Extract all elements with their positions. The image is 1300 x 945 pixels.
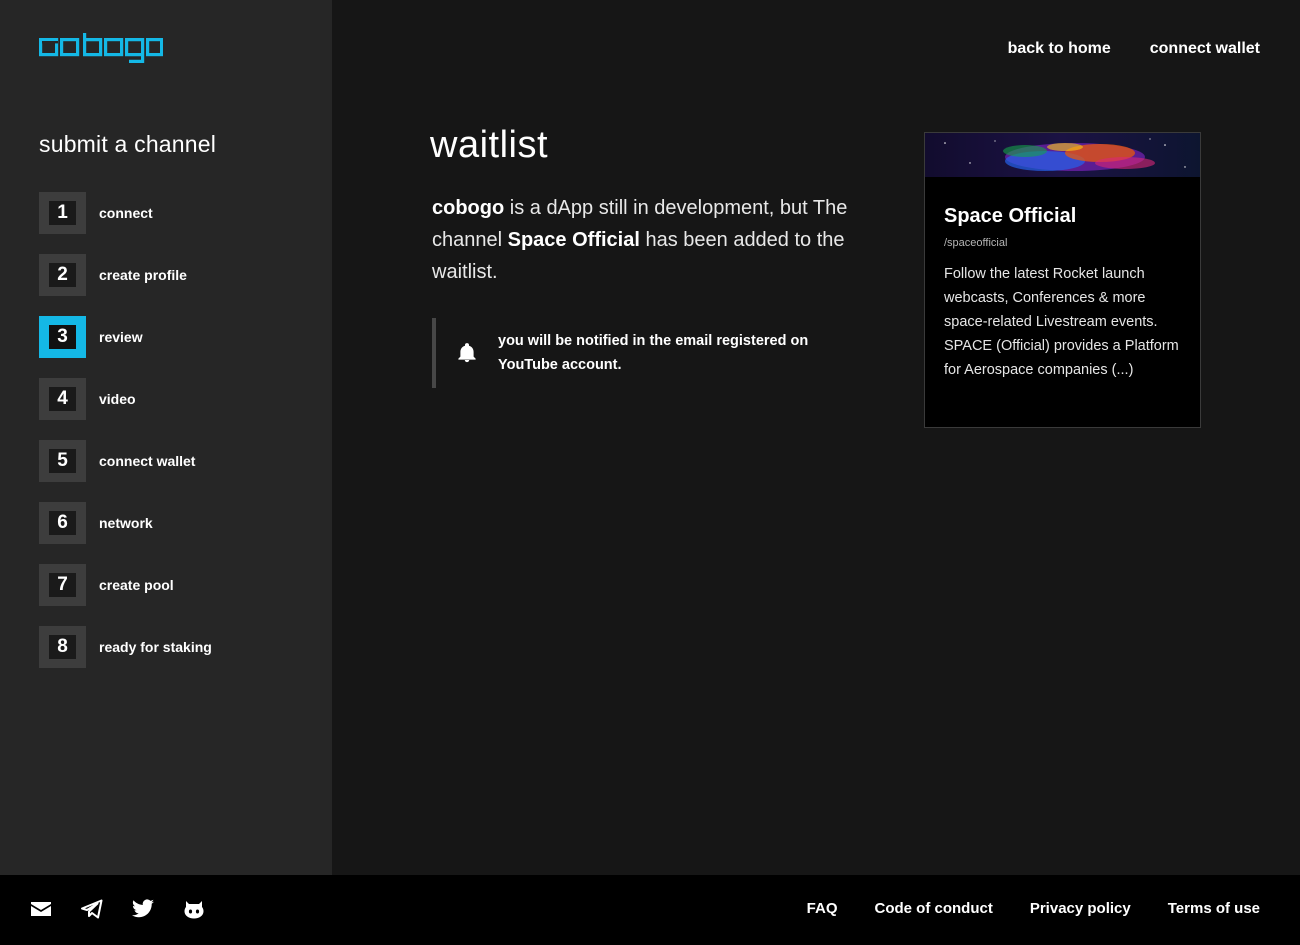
channel-handle: /spaceofficial	[944, 237, 1008, 249]
step-number: 6	[49, 511, 76, 535]
brand-name: cobogo	[432, 197, 505, 219]
step-number-box: 7	[39, 564, 86, 606]
step-label: connect wallet	[99, 453, 196, 469]
code-of-conduct-link[interactable]: Code of conduct	[875, 900, 993, 917]
step-number-box: 6	[39, 502, 86, 544]
waitlist-message: cobogo is a dApp still in development, b…	[432, 192, 852, 288]
step-label: review	[99, 329, 143, 345]
twitter-icon[interactable]	[131, 897, 155, 921]
sidebar: submit a channel 1 connect 2 create prof…	[0, 0, 332, 875]
privacy-policy-link[interactable]: Privacy policy	[1030, 900, 1131, 917]
footer: FAQ Code of conduct Privacy policy Terms…	[0, 875, 1300, 945]
cobogo-logo[interactable]	[39, 33, 163, 65]
step-label: video	[99, 391, 136, 407]
step-number-box: 2	[39, 254, 86, 296]
step-review[interactable]: 3 review	[39, 316, 299, 358]
social-links	[29, 897, 206, 921]
step-label: create pool	[99, 577, 174, 593]
step-connect-wallet[interactable]: 5 connect wallet	[39, 440, 299, 482]
mail-icon[interactable]	[29, 897, 53, 921]
terms-of-use-link[interactable]: Terms of use	[1168, 900, 1260, 917]
step-ready-for-staking[interactable]: 8 ready for staking	[39, 626, 299, 668]
footer-links: FAQ Code of conduct Privacy policy Terms…	[807, 900, 1260, 917]
step-video[interactable]: 4 video	[39, 378, 299, 420]
step-label: ready for staking	[99, 639, 212, 655]
step-number: 5	[49, 449, 76, 473]
back-to-home-link[interactable]: back to home	[1008, 40, 1111, 58]
step-create-pool[interactable]: 7 create pool	[39, 564, 299, 606]
channel-title: Space Official	[944, 205, 1077, 227]
bell-icon	[458, 343, 476, 363]
faq-link[interactable]: FAQ	[807, 900, 838, 917]
step-label: network	[99, 515, 153, 531]
channel-card: Space Official /spaceofficial Follow the…	[924, 132, 1201, 428]
step-number: 8	[49, 635, 76, 659]
notice-text: you will be notified in the email regist…	[498, 333, 809, 373]
step-number: 7	[49, 573, 76, 597]
github-icon[interactable]	[182, 897, 206, 921]
notification-notice: you will be notified in the email regist…	[432, 318, 852, 388]
step-number: 3	[49, 325, 76, 349]
step-number: 4	[49, 387, 76, 411]
step-number: 1	[49, 201, 76, 225]
telegram-icon[interactable]	[80, 897, 104, 921]
step-connect[interactable]: 1 connect	[39, 192, 299, 234]
channel-description: Follow the latest Rocket launch webcasts…	[944, 266, 1179, 378]
step-number: 2	[49, 263, 76, 287]
step-label: connect	[99, 205, 153, 221]
step-network[interactable]: 6 network	[39, 502, 299, 544]
sidebar-title: submit a channel	[39, 131, 217, 157]
step-number-box: 5	[39, 440, 86, 482]
connect-wallet-link[interactable]: connect wallet	[1150, 40, 1260, 58]
step-label: create profile	[99, 267, 187, 283]
channel-name: Space Official	[507, 229, 640, 251]
step-number-box: 1	[39, 192, 86, 234]
step-number-box: 8	[39, 626, 86, 668]
page-title: waitlist	[430, 124, 549, 166]
top-nav: back to home connect wallet	[1008, 40, 1260, 58]
step-number-box: 4	[39, 378, 86, 420]
step-number-box: 3	[39, 316, 86, 358]
channel-banner-image	[925, 133, 1200, 177]
step-create-profile[interactable]: 2 create profile	[39, 254, 299, 296]
